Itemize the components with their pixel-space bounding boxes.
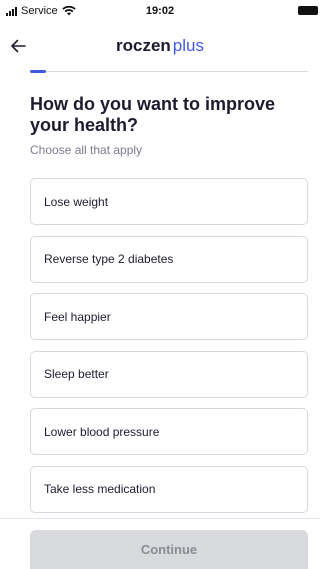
status-bar: Service 19:02 (0, 0, 320, 22)
page-subtitle: Choose all that apply (30, 143, 143, 157)
option-lose-weight[interactable]: Lose weight (30, 178, 308, 225)
app-header: roczen plus (0, 22, 320, 70)
battery-icon (298, 6, 318, 15)
continue-button[interactable]: Continue (30, 530, 308, 569)
app-logo: roczen plus (0, 36, 320, 56)
logo-main-text: roczen (116, 36, 171, 55)
option-lower-blood-pressure[interactable]: Lower blood pressure (30, 408, 308, 455)
page-title: How do you want to improve your health? (30, 94, 276, 135)
status-time: 19:02 (145, 5, 175, 17)
logo-plus-text: plus (172, 36, 204, 55)
option-take-less-medication[interactable]: Take less medication (30, 465, 308, 513)
option-reverse-diabetes[interactable]: Reverse type 2 diabetes (30, 235, 308, 283)
option-sleep-better[interactable]: Sleep better (30, 350, 308, 398)
option-feel-happier[interactable]: Feel happier (30, 293, 308, 340)
option-list: Lose weight Reverse type 2 diabetes Feel… (30, 178, 308, 523)
progress-track (30, 71, 308, 72)
footer-divider (0, 518, 320, 519)
onboarding-screen: Service 19:02 roczen plus How do you want… (0, 0, 320, 569)
progress-indicator (30, 70, 46, 73)
